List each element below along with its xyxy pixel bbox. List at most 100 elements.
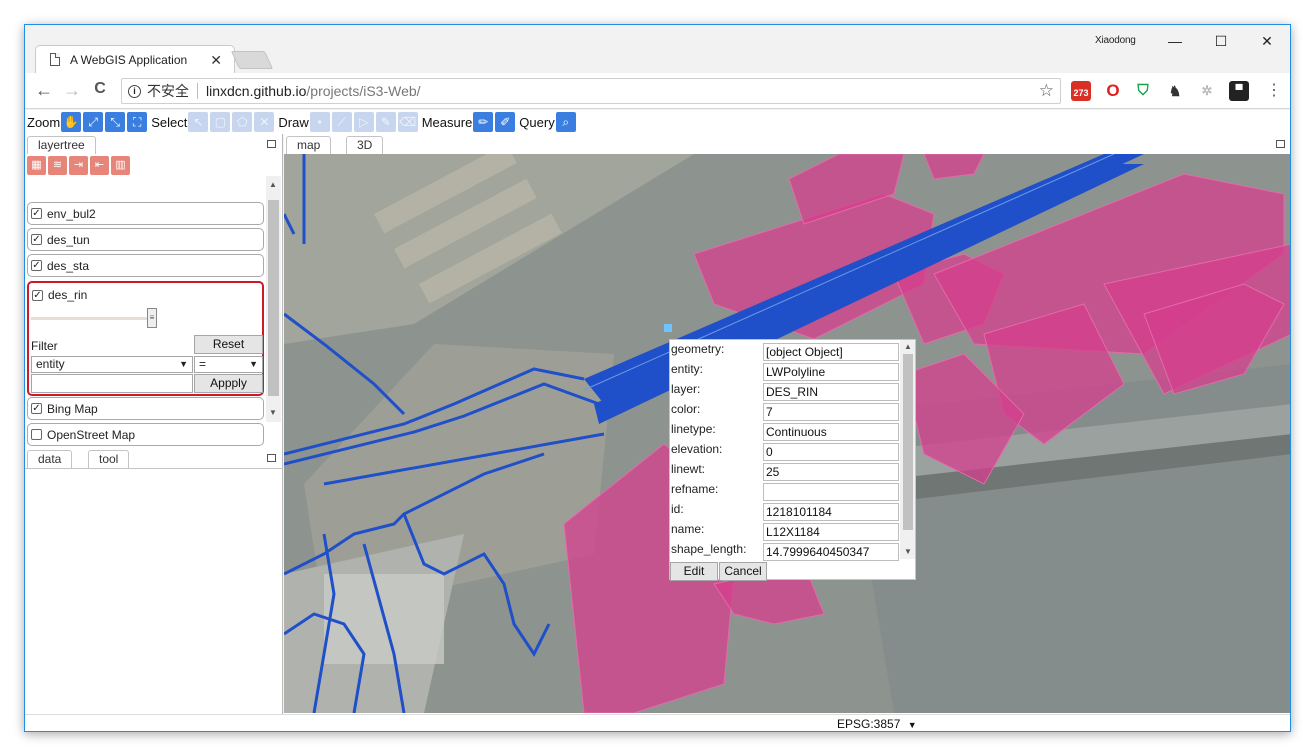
scroll-up-icon[interactable]: ▲ xyxy=(904,342,912,351)
forward-icon[interactable]: → xyxy=(61,80,83,101)
cancel-button[interactable]: Cancel xyxy=(719,562,767,581)
attribute-value-input[interactable]: 14.7999640450347 xyxy=(763,543,899,561)
filter-value-input[interactable] xyxy=(31,374,193,393)
layers-icon[interactable]: ≋ xyxy=(48,156,67,175)
incognito-extension-icon[interactable]: ▀ xyxy=(1229,81,1249,101)
layer-item-bing-map[interactable]: ✓ Bing Map xyxy=(27,397,264,420)
tab-layertree[interactable]: layertree xyxy=(27,136,96,154)
export-layer-icon[interactable]: ⇤ xyxy=(90,156,109,175)
layer-item-des-tun[interactable]: ✓ des_tun xyxy=(27,228,264,251)
user-name[interactable]: Xiaodong xyxy=(1095,35,1136,46)
zoom-in-icon[interactable]: ⤢ xyxy=(83,112,104,132)
page-icon xyxy=(50,53,60,66)
reload-icon[interactable]: C xyxy=(89,80,111,98)
address-bar[interactable]: i 不安全 linxdcn.github.io /projects/iS3-We… xyxy=(121,78,1061,104)
draw-line-icon[interactable]: ⟋ xyxy=(331,112,352,132)
layer-item-des-sta[interactable]: ✓ des_sta xyxy=(27,254,264,277)
draw-clear-icon[interactable]: ⌫ xyxy=(397,112,418,132)
layer-checkbox[interactable]: ✓ xyxy=(31,403,42,414)
tab-map[interactable]: map xyxy=(286,136,332,154)
evernote-extension-icon[interactable]: ♞ xyxy=(1165,81,1185,101)
scroll-down-icon[interactable]: ▼ xyxy=(269,408,277,417)
map-panel: map 3D geometry: [object Object] entity:… xyxy=(284,134,1290,714)
measure-length-icon[interactable]: ✏ xyxy=(473,112,494,132)
draw-edit-icon[interactable]: ✎ xyxy=(375,112,396,132)
close-window-button[interactable]: ✕ xyxy=(1247,30,1287,54)
attribute-value-input[interactable]: 1218101184 xyxy=(763,503,899,521)
browser-tab[interactable]: A WebGIS Application ✕ xyxy=(35,45,235,73)
draw-point-icon[interactable]: • xyxy=(309,112,330,132)
minimize-button[interactable]: — xyxy=(1155,30,1195,54)
layer-checkbox[interactable] xyxy=(31,429,42,440)
map-canvas[interactable]: geometry: [object Object] entity: LWPoly… xyxy=(284,154,1290,713)
settings-extension-icon[interactable]: ✲ xyxy=(1197,81,1217,101)
delete-layer-icon[interactable]: ▥ xyxy=(111,156,130,175)
address-separator xyxy=(197,83,198,99)
apply-button[interactable]: Appply xyxy=(194,374,263,393)
select-polygon-icon[interactable]: ⬠ xyxy=(232,112,253,132)
maximize-button[interactable]: ☐ xyxy=(1201,30,1241,54)
info-icon[interactable]: i xyxy=(128,84,141,98)
opera-extension-icon[interactable]: O xyxy=(1103,81,1123,101)
panel-maximize-icon[interactable] xyxy=(1276,140,1285,148)
projection-select[interactable]: EPSG:3857 ▼ xyxy=(837,717,917,731)
filter-field-select[interactable]: entity ▼ xyxy=(31,356,193,373)
attribute-row-layer: layer: DES_RIN xyxy=(670,382,902,402)
filter-operator-select[interactable]: = ▼ xyxy=(194,356,263,373)
bookmark-star-icon[interactable]: ☆ xyxy=(1039,81,1054,101)
opacity-slider-track[interactable] xyxy=(31,317,151,320)
layer-checkbox[interactable]: ✓ xyxy=(31,208,42,219)
attribute-value-input[interactable] xyxy=(763,483,899,501)
reset-button[interactable]: Reset xyxy=(194,335,263,354)
zoom-extent-icon[interactable]: ⛶ xyxy=(127,112,148,132)
grid-icon[interactable]: ▦ xyxy=(27,156,46,175)
shield-extension-icon[interactable]: ⛉ xyxy=(1133,81,1153,101)
attribute-value-input[interactable]: 7 xyxy=(763,403,899,421)
popup-scrollbar[interactable]: ▲ ▼ xyxy=(900,340,915,559)
layer-item-openstreet-map[interactable]: OpenStreet Map xyxy=(27,423,264,446)
measure-area-icon[interactable]: ✐ xyxy=(495,112,516,132)
opacity-slider-thumb[interactable]: ≡ xyxy=(147,308,157,328)
zoom-out-icon[interactable]: ⤡ xyxy=(105,112,126,132)
new-tab-button[interactable] xyxy=(230,51,274,69)
attribute-value-input[interactable]: DES_RIN xyxy=(763,383,899,401)
select-box-icon[interactable]: ▢ xyxy=(210,112,231,132)
scroll-down-icon[interactable]: ▼ xyxy=(904,547,912,556)
tab-data[interactable]: data xyxy=(27,450,73,468)
browser-menu-icon[interactable]: ⋮ xyxy=(1263,80,1285,100)
layer-list-scrollbar[interactable]: ▲ ▼ xyxy=(266,176,281,422)
select-clear-icon[interactable]: ✕ xyxy=(254,112,275,132)
edit-button[interactable]: Edit xyxy=(670,562,718,581)
layer-checkbox[interactable]: ✓ xyxy=(31,260,42,271)
scroll-up-icon[interactable]: ▲ xyxy=(269,180,277,189)
attribute-value-input[interactable]: [object Object] xyxy=(763,343,899,361)
layer-checkbox[interactable]: ✓ xyxy=(31,234,42,245)
filter-operator-value: = xyxy=(199,357,207,371)
draw-polygon-icon[interactable]: ▷ xyxy=(353,112,374,132)
layer-name: des_sta xyxy=(47,258,90,273)
layer-item-env-bul2[interactable]: ✓ env_bul2 xyxy=(27,202,264,225)
mail-extension-icon[interactable]: 273 xyxy=(1071,81,1091,101)
attribute-value-input[interactable]: Continuous xyxy=(763,423,899,441)
panel-maximize-icon[interactable] xyxy=(267,140,276,148)
pan-hand-icon[interactable]: ✋ xyxy=(61,112,82,132)
attribute-value-input[interactable]: 25 xyxy=(763,463,899,481)
attribute-value-input[interactable]: 0 xyxy=(763,443,899,461)
select-pointer-icon[interactable]: ↖ xyxy=(188,112,209,132)
query-label: Query xyxy=(519,114,555,130)
panel-maximize-icon[interactable] xyxy=(267,454,276,462)
layer-item-des-rin-expanded[interactable]: ✓ des_rin ≡ Filter Reset entity ▼ = ▼ Ap… xyxy=(27,281,264,396)
scrollbar-thumb[interactable] xyxy=(268,200,279,396)
attribute-value-input[interactable]: L12X1184 xyxy=(763,523,899,541)
scrollbar-thumb[interactable] xyxy=(903,354,913,530)
attribute-value-input[interactable]: LWPolyline xyxy=(763,363,899,381)
import-layer-icon[interactable]: ⇥ xyxy=(69,156,88,175)
tab-tool[interactable]: tool xyxy=(88,450,130,468)
tab-3d[interactable]: 3D xyxy=(346,136,384,154)
divider xyxy=(25,468,283,469)
query-search-icon[interactable]: ⌕ xyxy=(555,112,576,132)
back-icon[interactable]: ← xyxy=(33,80,55,101)
tab-close-icon[interactable]: ✕ xyxy=(210,52,222,69)
layer-checkbox[interactable]: ✓ xyxy=(32,289,43,301)
attribute-row-linetype: linetype: Continuous xyxy=(670,422,902,442)
